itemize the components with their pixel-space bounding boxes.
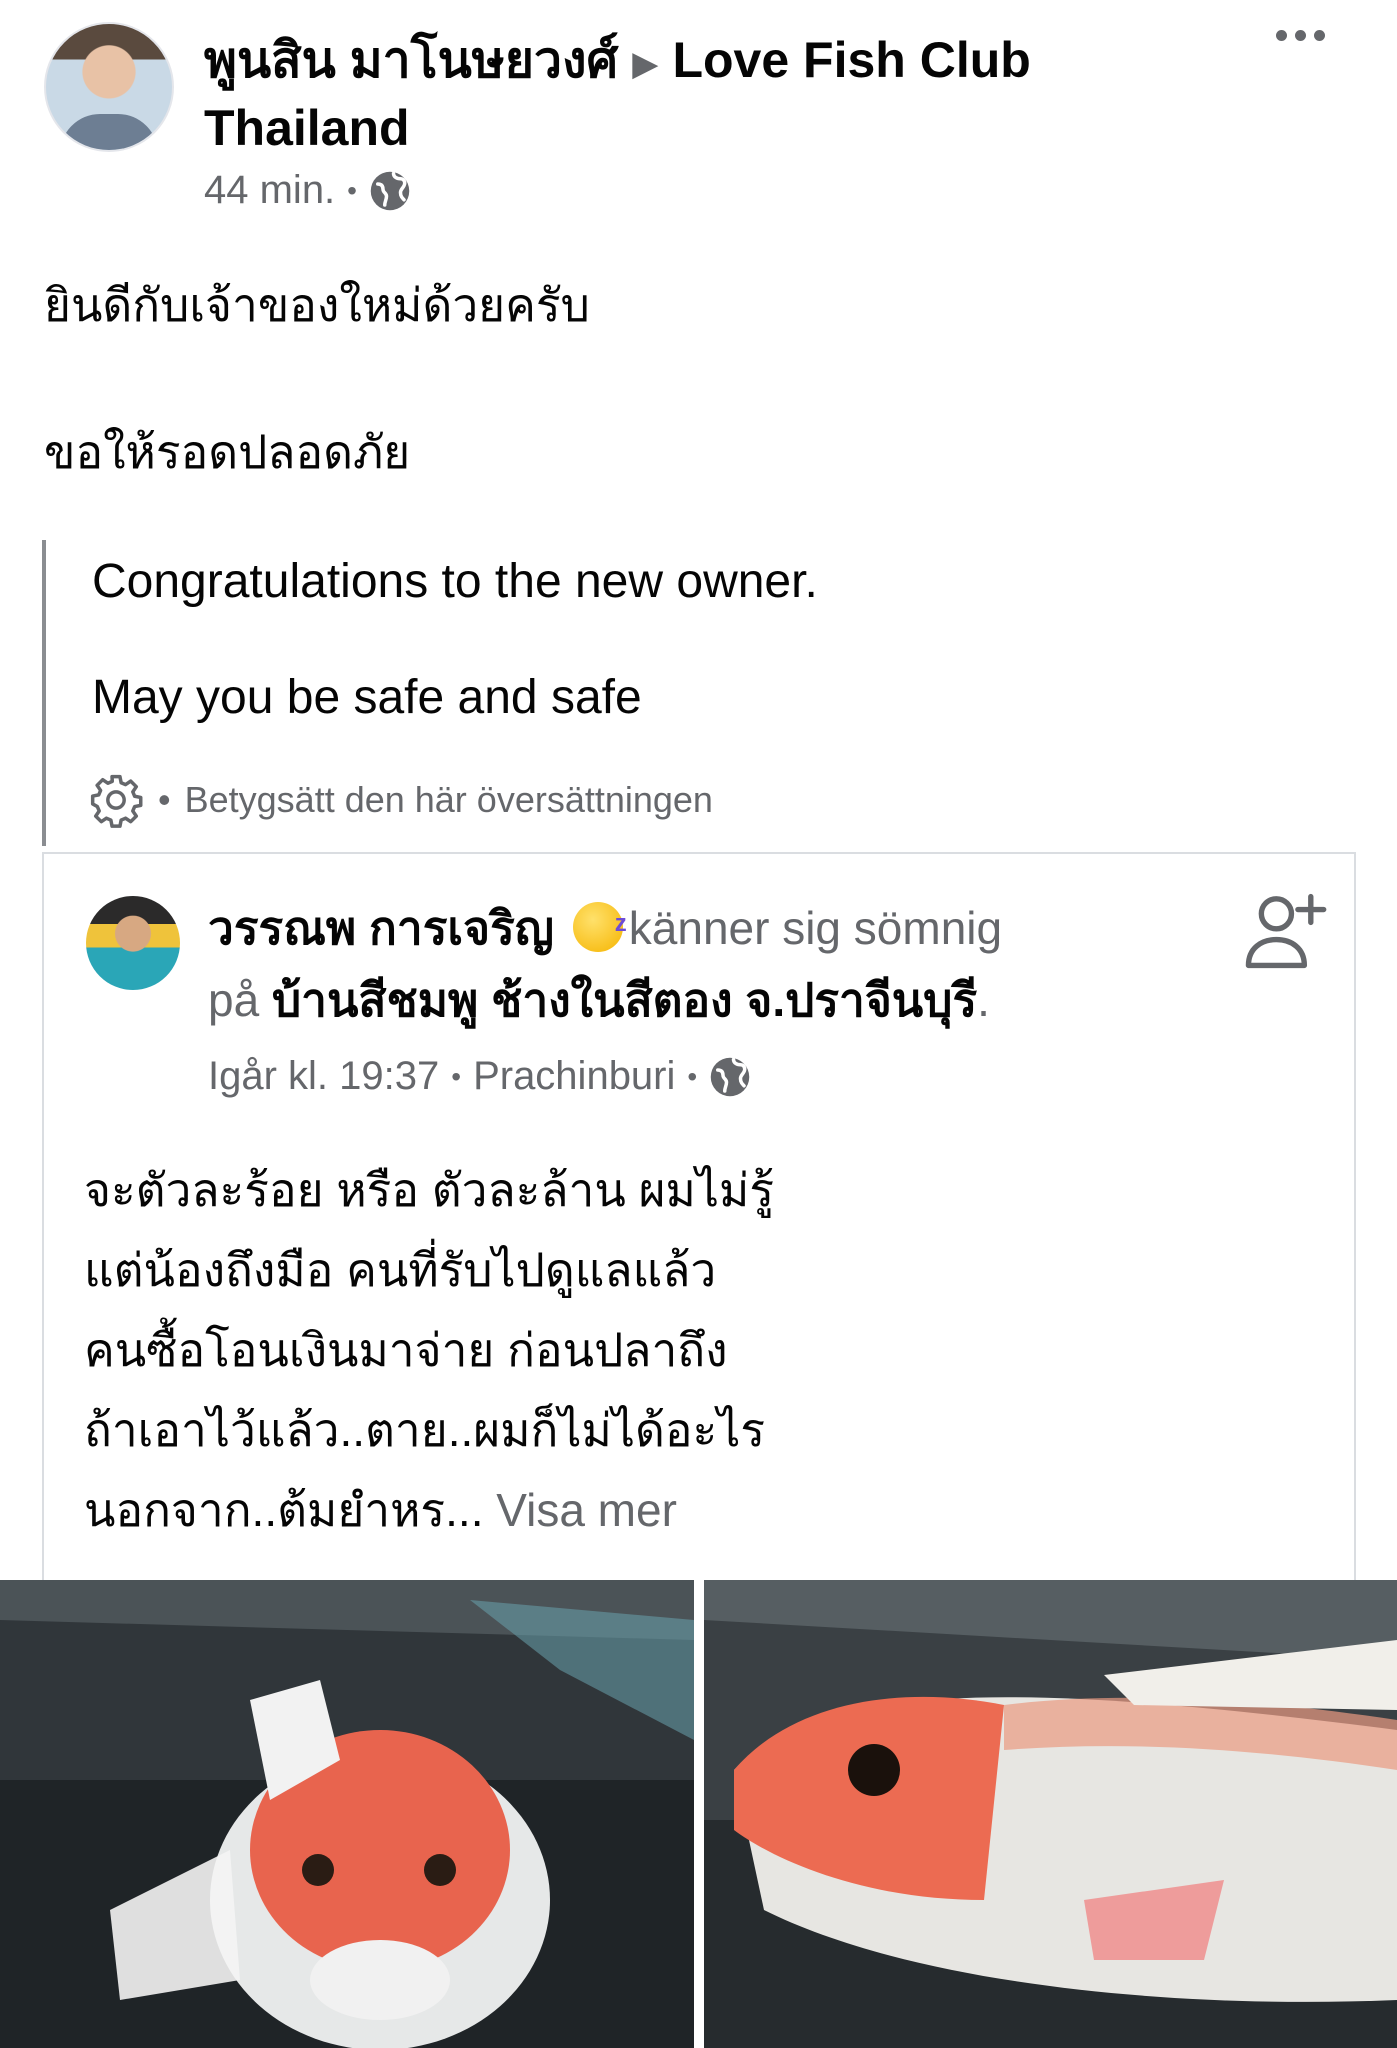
author-avatar[interactable] bbox=[44, 22, 174, 152]
fish-photo-side[interactable] bbox=[704, 1580, 1397, 2048]
more-options-icon[interactable] bbox=[1276, 30, 1325, 41]
translation-line: Congratulations to the new owner. bbox=[92, 555, 818, 608]
shared-text-line: นอกจาก..ต้มยำหร... Visa mer bbox=[84, 1470, 1284, 1550]
meta-separator: • bbox=[451, 1060, 462, 1092]
gear-icon[interactable] bbox=[88, 772, 144, 828]
shared-author-name[interactable]: วรรณพ การเจริญ bbox=[208, 902, 554, 954]
translation-block: Congratulations to the new owner. May yo… bbox=[42, 540, 1342, 846]
shared-timestamp[interactable]: Igår kl. 19:37 bbox=[208, 1054, 439, 1099]
shared-text-line: แต่น้องถึงมือ คนที่รับไปดูแลแล้ว bbox=[84, 1244, 717, 1296]
arrow-right-icon: ▶ bbox=[632, 44, 659, 83]
shared-text-line: ถ้าเอาไว้แล้ว..ตาย..ผมก็ไม่ได้อะไร bbox=[84, 1404, 766, 1456]
title-period: . bbox=[977, 974, 990, 1026]
post-text-line: ยินดีกับเจ้าของใหม่ด้วยครับ bbox=[44, 279, 590, 331]
globe-icon bbox=[710, 1057, 750, 1096]
translation-line: May you be safe and safe bbox=[92, 671, 642, 724]
meta-separator: • bbox=[158, 779, 171, 820]
post-header-title: พูนสิน มาโนษยวงศ์ ▶ Love Fish Club Thailan… bbox=[204, 28, 1204, 160]
shared-text-line: คนซื้อโอนเงินมาจ่าย ก่อนปลาถึง bbox=[84, 1324, 728, 1376]
meta-separator: • bbox=[687, 1060, 698, 1092]
shared-text-line: จะตัวละร้อย หรือ ตัวละล้าน ผมไม่รู้ bbox=[84, 1164, 775, 1216]
rate-translation-row: • Betygsätt den här översättningen bbox=[88, 772, 713, 828]
shared-post-card[interactable]: วรรณพ การเจริญ känner sig sömnig på บ้าน… bbox=[42, 852, 1356, 1588]
place-name[interactable]: บ้านสีชมพู ช้างในสีตอง จ.ปราจีนบุรี bbox=[272, 974, 977, 1026]
shared-post-text: จะตัวละร้อย หรือ ตัวละล้าน ผมไม่รู้ แต่น… bbox=[84, 1150, 1284, 1550]
fish-photo-front[interactable] bbox=[0, 1580, 694, 2048]
feeling-text: känner sig sömnig bbox=[628, 902, 1003, 954]
shared-author-avatar[interactable] bbox=[86, 896, 180, 990]
fish-front-image bbox=[0, 1580, 694, 2048]
post-timestamp[interactable]: 44 min. bbox=[204, 168, 335, 213]
fish-side-image bbox=[704, 1580, 1397, 2048]
see-more-link[interactable]: Visa mer bbox=[496, 1484, 677, 1536]
post-text-line: ขอให้รอดปลอดภัย bbox=[44, 426, 411, 478]
rate-translation-link[interactable]: Betygsätt den här översättningen bbox=[185, 779, 713, 821]
shared-post-meta: Igår kl. 19:37 • Prachinburi • bbox=[208, 1054, 751, 1099]
sleepy-face-emoji-icon bbox=[572, 888, 627, 960]
post-body: ยินดีกับเจ้าของใหม่ด้วยครับ ขอให้รอดปลอด… bbox=[44, 270, 1344, 487]
shared-text-last: นอกจาก..ต้มยำหร... bbox=[84, 1484, 484, 1536]
globe-icon bbox=[370, 171, 410, 210]
post-meta: 44 min. • bbox=[204, 168, 411, 213]
author-name[interactable]: พูนสิน มาโนษยวงศ์ bbox=[204, 32, 618, 88]
shared-location[interactable]: Prachinburi bbox=[473, 1054, 675, 1099]
at-text: på bbox=[208, 974, 260, 1026]
meta-separator: • bbox=[347, 174, 357, 206]
shared-post-title: วรรณพ การเจริญ känner sig sömnig på บ้าน… bbox=[208, 888, 1208, 1036]
add-friend-icon[interactable] bbox=[1242, 888, 1328, 974]
